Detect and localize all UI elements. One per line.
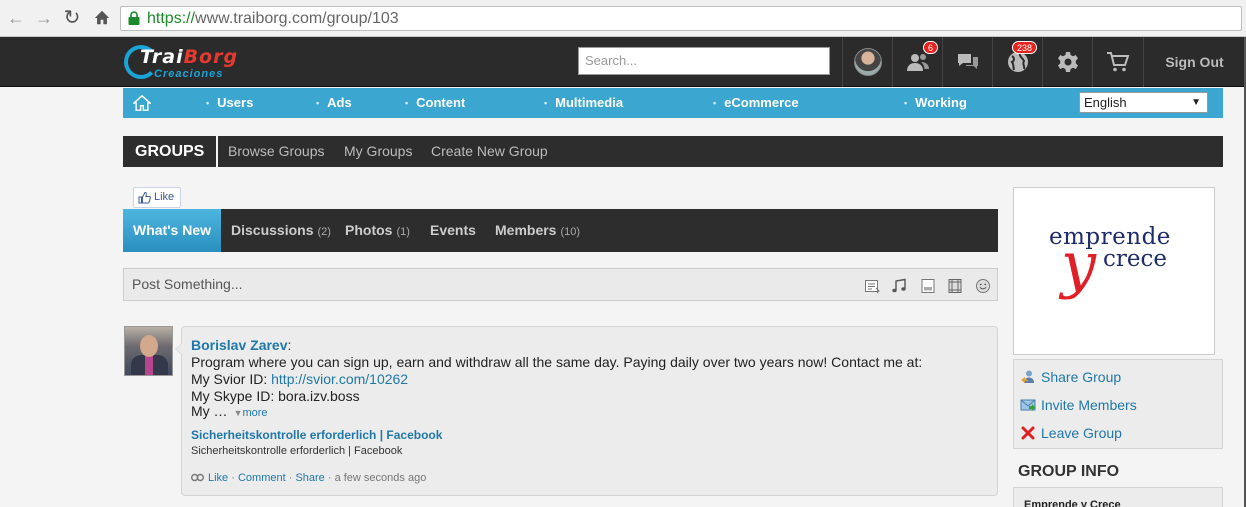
home-icon[interactable]: [92, 8, 112, 28]
nav-multimedia[interactable]: Multimedia: [544, 88, 623, 118]
tab-label: Discussions: [231, 222, 314, 238]
home-icon[interactable]: [133, 94, 151, 112]
more-link[interactable]: ▼more: [234, 407, 268, 419]
logo-tagline: Creaciones: [154, 68, 224, 80]
group-logo-text-2: crece: [1103, 246, 1167, 272]
post-svior-line: My Svior ID: http://svior.com/10262: [191, 371, 409, 387]
shared-link-description: Sicherheitskontrolle erforderlich | Face…: [191, 445, 403, 457]
close-icon: [1021, 426, 1035, 440]
tab-label: Photos: [345, 222, 393, 238]
cart-button[interactable]: [1092, 37, 1143, 87]
group-logo[interactable]: emprende y crece: [1013, 187, 1215, 355]
post-placeholder: Post Something...: [132, 276, 243, 292]
author-avatar[interactable]: [124, 326, 173, 376]
group-name: Emprende y Crece: [1024, 499, 1121, 507]
video-icon[interactable]: [947, 278, 963, 294]
tab-label: Members: [495, 222, 557, 238]
groups-bar: GROUPS Browse Groups My Groups Create Ne…: [123, 136, 1223, 167]
groups-title: GROUPS: [123, 136, 219, 167]
post-like-link[interactable]: Like: [208, 472, 228, 484]
post-comment-link[interactable]: Comment: [238, 472, 286, 484]
messages-button[interactable]: [942, 37, 992, 87]
sign-out-button[interactable]: Sign Out: [1143, 37, 1245, 87]
tab-discussions[interactable]: Discussions (2): [231, 209, 331, 252]
friends-badge: 6: [923, 41, 939, 54]
post-share-link[interactable]: Share: [295, 472, 324, 484]
nav-ecommerce[interactable]: eCommerce: [713, 88, 798, 118]
profile-button[interactable]: [842, 37, 892, 87]
facebook-like-button[interactable]: Like: [133, 187, 181, 208]
tab-photos[interactable]: Photos (1): [345, 209, 410, 252]
activity-post: Borislav Zarev: Program where you can si…: [175, 326, 998, 496]
like-label: Like: [154, 191, 175, 203]
group-actions: Share Group Invite Members Leave Group: [1013, 359, 1223, 449]
settings-button[interactable]: [1042, 37, 1092, 87]
post-truncated: My … ▼more: [191, 403, 268, 419]
users-icon: [906, 54, 929, 71]
language-value: English: [1084, 95, 1127, 110]
tab-events[interactable]: Events: [430, 209, 476, 252]
svior-link[interactable]: http://svior.com/10262: [271, 371, 408, 387]
leave-group-link[interactable]: Leave Group: [1020, 424, 1122, 442]
chat-icon: [957, 54, 978, 69]
notifications-button[interactable]: 238: [992, 37, 1042, 87]
browser-toolbar: ← → ↻ https://www.traiborg.com/group/103: [0, 0, 1246, 37]
tab-members[interactable]: Members (10): [495, 209, 580, 252]
browse-groups-link[interactable]: Browse Groups: [228, 136, 324, 167]
tab-whats-new[interactable]: What's New: [123, 209, 222, 252]
invite-icon: [1020, 399, 1036, 411]
avatar-head: [140, 335, 158, 357]
invite-members-link[interactable]: Invite Members: [1020, 396, 1137, 414]
gear-icon: [1057, 52, 1078, 72]
tab-count: (2): [317, 226, 331, 238]
group-info-box: Emprende y Crece: [1013, 487, 1223, 507]
search-input[interactable]: Search...: [578, 47, 830, 75]
chevron-down-icon: ▼: [1191, 97, 1201, 108]
post-time: a few seconds ago: [334, 472, 427, 484]
thumbs-up-icon: [138, 191, 151, 204]
share-icon: [1021, 370, 1034, 383]
nav-content[interactable]: Content: [405, 88, 465, 118]
cart-icon: [1107, 52, 1130, 72]
avatar-tie: [145, 355, 153, 375]
status-icon[interactable]: [864, 278, 880, 294]
reload-icon[interactable]: ↻: [62, 8, 82, 28]
site-header: TraiBorg Creaciones Search... 6 238 Sign…: [0, 37, 1246, 87]
group-tabs: What's New Discussions (2) Photos (1) Even…: [123, 209, 998, 252]
forward-arrow-icon[interactable]: →: [34, 8, 54, 28]
back-arrow-icon[interactable]: ←: [6, 8, 26, 28]
group-info-title: GROUP INFO: [1018, 463, 1120, 480]
lock-icon: [128, 11, 140, 25]
post-text: Program where you can sign up, earn and …: [191, 354, 923, 370]
link-icon: [190, 473, 205, 482]
nav-working[interactable]: Working: [904, 88, 967, 118]
tab-count: (10): [560, 226, 581, 238]
notifications-badge: 238: [1012, 41, 1038, 54]
post-meta: Like · Comment · Share · a few seconds a…: [190, 472, 427, 484]
address-bar[interactable]: https://www.traiborg.com/group/103: [120, 6, 1242, 31]
shared-link-title[interactable]: Sicherheitskontrolle erforderlich | Face…: [191, 428, 442, 442]
url-path: www.traiborg.com/group/103: [195, 10, 399, 27]
nav-ads[interactable]: Ads: [316, 88, 352, 118]
share-group-link[interactable]: Share Group: [1020, 368, 1121, 386]
site-logo[interactable]: TraiBorg Creaciones: [124, 43, 244, 83]
nav-users[interactable]: Users: [206, 88, 253, 118]
post-author[interactable]: Borislav Zarev:: [191, 337, 291, 353]
create-group-link[interactable]: Create New Group: [431, 136, 548, 167]
url-scheme: https://: [147, 10, 196, 27]
post-skype-line: My Skype ID: bora.izv.boss: [191, 388, 360, 404]
main-navigation: Users Ads Content Multimedia eCommerce W…: [123, 88, 1223, 118]
tab-count: (1): [396, 226, 410, 238]
photo-icon[interactable]: [920, 278, 936, 294]
my-groups-link[interactable]: My Groups: [344, 136, 412, 167]
logo-wordmark: TraiBorg: [140, 46, 239, 68]
language-select[interactable]: English ▼: [1079, 92, 1208, 113]
music-icon[interactable]: [891, 278, 907, 294]
post-composer[interactable]: Post Something...: [123, 268, 998, 301]
friends-button[interactable]: 6: [892, 37, 942, 87]
group-logo-y: y: [1061, 228, 1097, 301]
emoticon-icon[interactable]: [975, 278, 991, 294]
avatar: [853, 48, 882, 76]
